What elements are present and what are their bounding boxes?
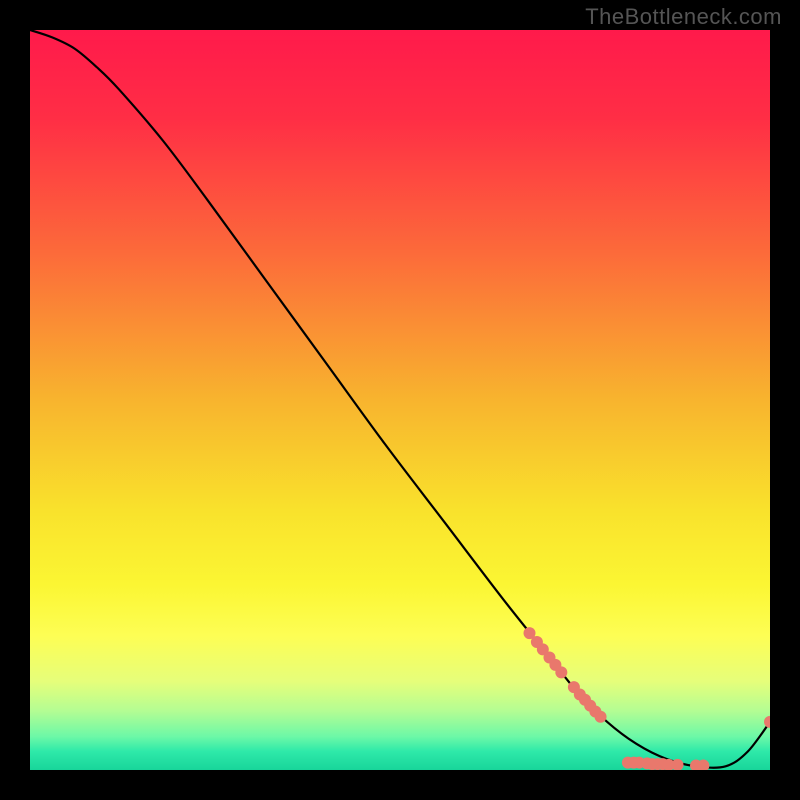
chart-stage: TheBottleneck.com [0,0,800,800]
gradient-background [30,30,770,770]
watermark-text: TheBottleneck.com [585,4,782,30]
plot-area [30,30,770,770]
